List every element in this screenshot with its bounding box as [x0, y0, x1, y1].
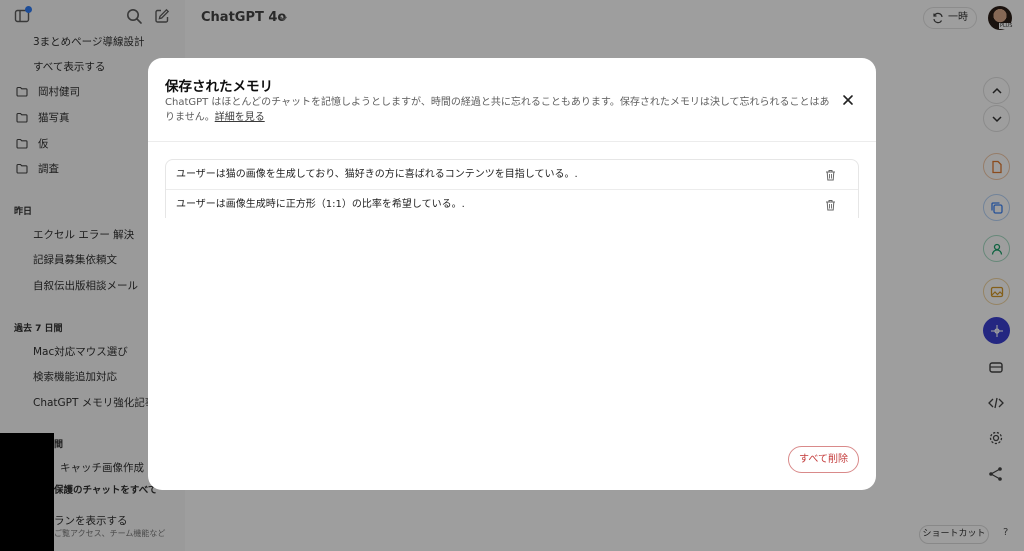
saved-memory-dialog: 保存されたメモリ ChatGPT はほとんどのチャットを記憶しようとしますが、時…: [148, 58, 876, 490]
close-icon[interactable]: [840, 92, 856, 108]
trash-icon[interactable]: [825, 169, 836, 181]
memory-item: ユーザーは猫の画像を生成しており、猫好きの方に喜ばれるコンテンツを目指している。…: [166, 160, 858, 189]
learn-more-link[interactable]: 詳細を見る: [215, 112, 265, 123]
memory-list: ユーザーは猫の画像を生成しており、猫好きの方に喜ばれるコンテンツを目指している。…: [165, 159, 859, 218]
memory-text: ユーザーは画像生成時に正方形（1:1）の比率を希望している。.: [176, 199, 465, 210]
trash-icon[interactable]: [825, 199, 836, 211]
delete-all-button[interactable]: すべて削除: [788, 446, 859, 473]
dialog-description: ChatGPT はほとんどのチャットを記憶しようとしますが、時間の経過と共に忘れ…: [165, 95, 837, 125]
dialog-title: 保存されたメモリ: [165, 79, 273, 95]
dialog-divider: [148, 141, 876, 142]
memory-item: ユーザーは画像生成時に正方形（1:1）の比率を希望している。.: [166, 189, 858, 218]
memory-text: ユーザーは猫の画像を生成しており、猫好きの方に喜ばれるコンテンツを目指している。…: [176, 169, 578, 180]
